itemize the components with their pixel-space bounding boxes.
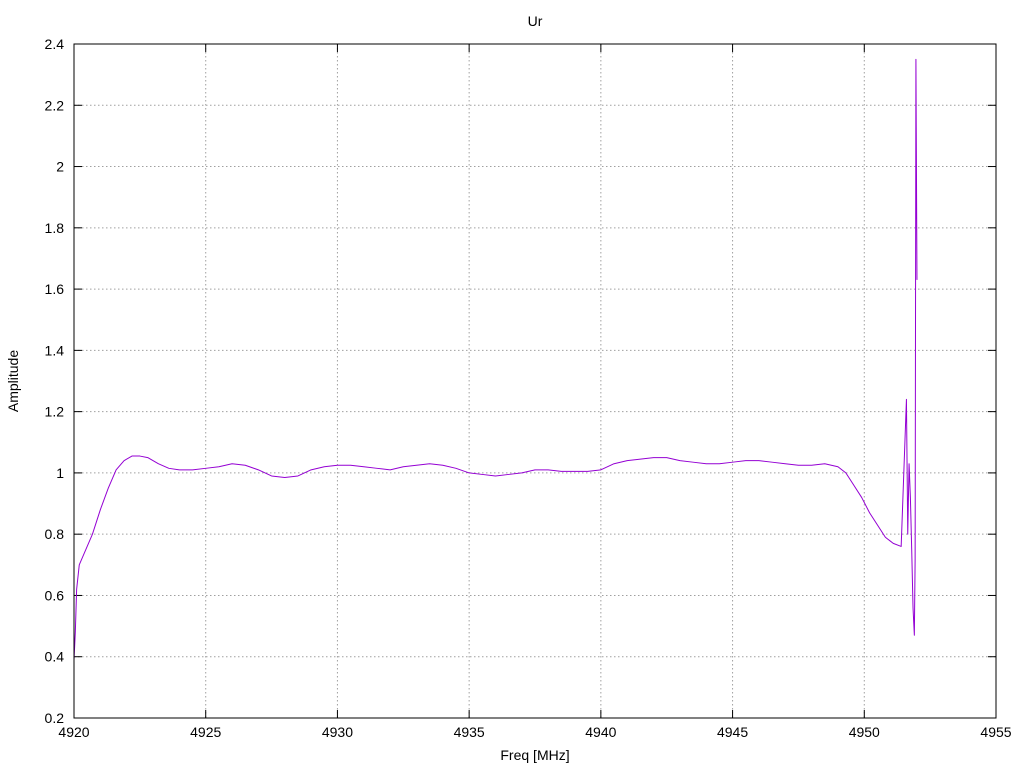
x-tick-label: 4955 [980, 724, 1011, 740]
x-tick-label: 4940 [585, 724, 616, 740]
y-tick-label: 1.8 [45, 220, 65, 236]
grid [74, 44, 996, 718]
chart-container: 4920 4925 4930 4935 4940 4945 4950 4955 0.2 0.4 0… [0, 0, 1024, 768]
x-tick-label: 4950 [849, 724, 880, 740]
x-tick-label: 4930 [322, 724, 353, 740]
x-tick-label: 4945 [717, 724, 748, 740]
y-axis-title: Amplitude [5, 350, 21, 412]
y-tick-label: 1.2 [45, 404, 65, 420]
y-tick-label: 1 [56, 465, 64, 481]
y-tick-label: 1.4 [45, 342, 65, 358]
x-tick-labels: 4920 4925 4930 4935 4940 4945 4950 4955 [58, 724, 1011, 740]
y-tick-label: 2 [56, 159, 64, 175]
y-tick-label: 0.8 [45, 526, 65, 542]
x-tick-label: 4920 [58, 724, 89, 740]
y-tick-label: 0.4 [45, 649, 65, 665]
line-chart: 4920 4925 4930 4935 4940 4945 4950 4955 0.20.40… [5, 13, 1012, 763]
x-tick-label: 4935 [454, 724, 485, 740]
y-tick-label: 0.2 [45, 710, 65, 726]
y-tick-label: 1.6 [45, 281, 65, 297]
y-tick-labels: 0.2 0.4 0.6 0.8 1 1.2 1.4 1.6 1.8 2 2.2 2.4 [45, 36, 65, 726]
axis-ticks [73, 43, 997, 719]
series-layer [73, 58, 918, 660]
series-line [73, 58, 918, 660]
x-tick-label: 4925 [190, 724, 221, 740]
x-axis-title: Freq [MHz] [500, 747, 569, 763]
y-tick-label: 2.4 [45, 36, 65, 52]
y-tick-label: 2.2 [45, 97, 65, 113]
y-tick-label: 0.6 [45, 587, 65, 603]
plot-frame [73, 43, 997, 719]
chart-title: Ur [528, 13, 543, 29]
